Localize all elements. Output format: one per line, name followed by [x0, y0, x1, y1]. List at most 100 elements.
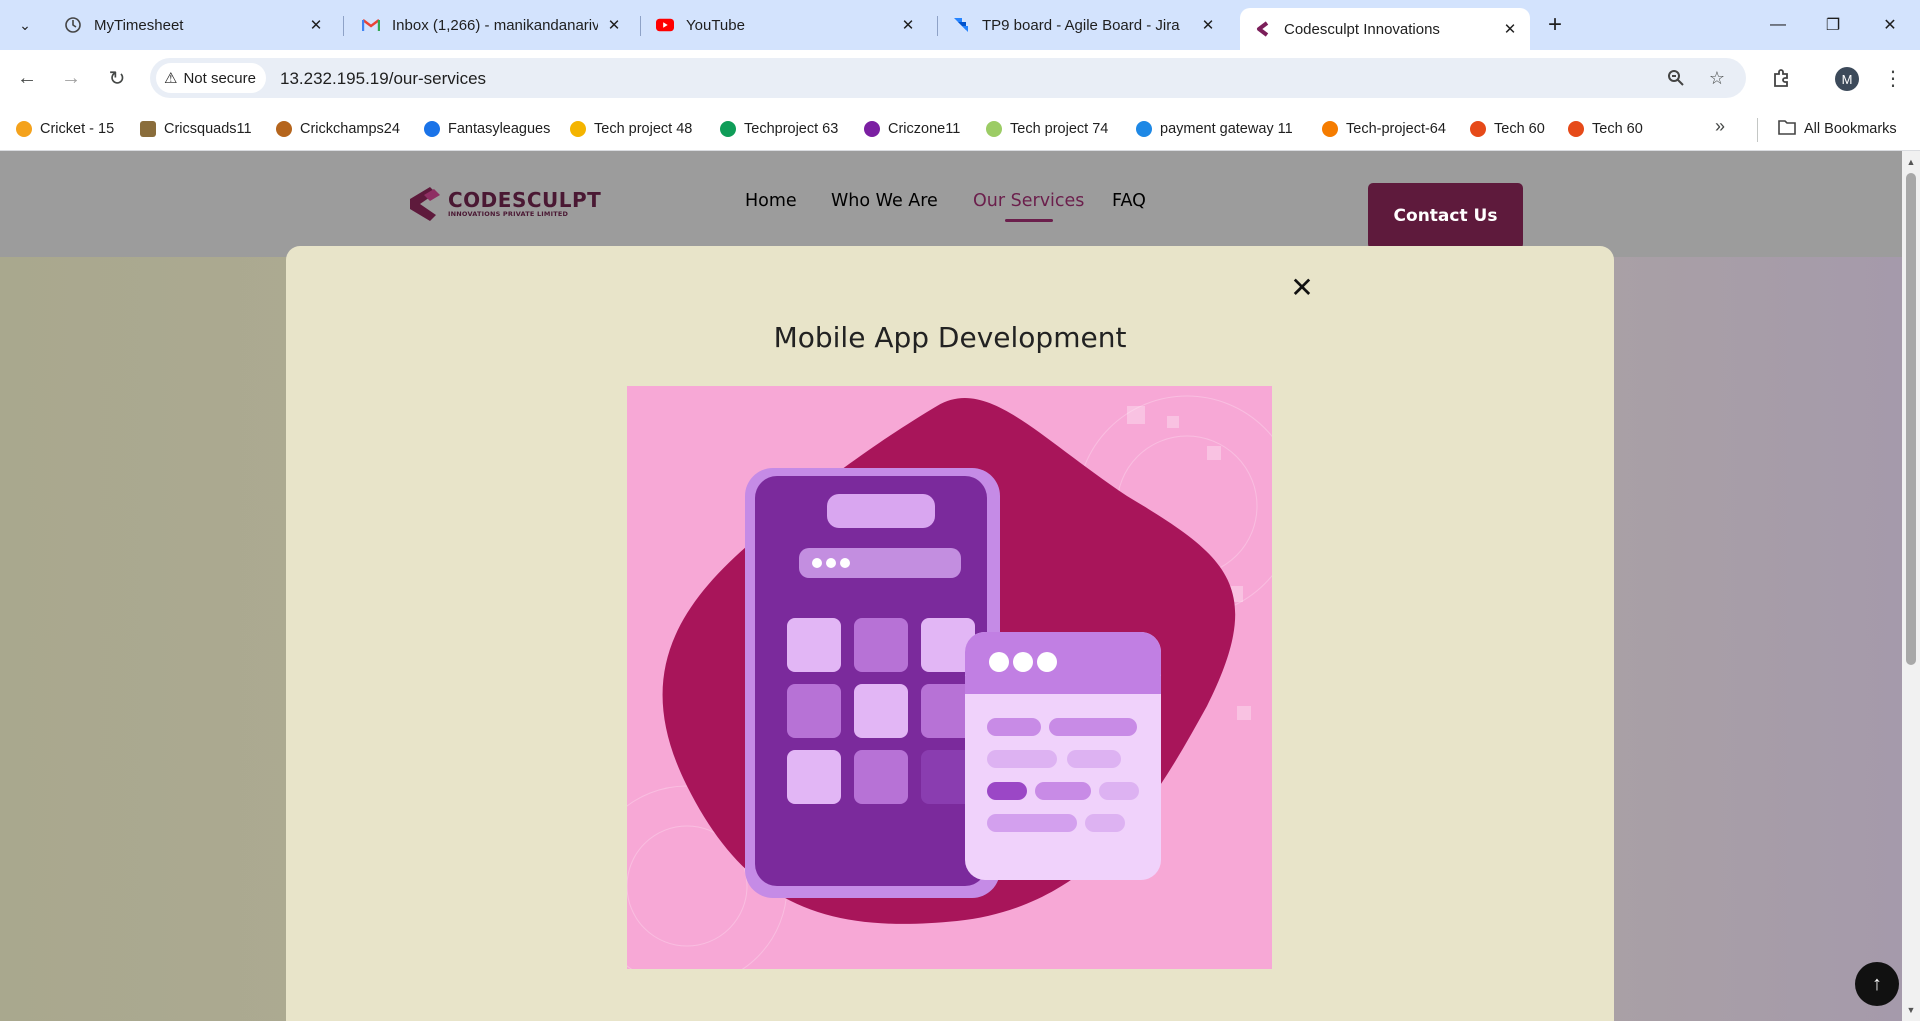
- bookmarks-overflow-icon[interactable]: »: [1715, 116, 1725, 137]
- scroll-down-icon[interactable]: ▼: [1906, 1005, 1916, 1015]
- bookmark-item[interactable]: Techproject 63: [720, 116, 838, 142]
- profile-avatar[interactable]: M: [1835, 67, 1859, 91]
- tab-close-icon[interactable]: ✕: [1500, 19, 1520, 39]
- tab-title: YouTube: [686, 16, 745, 34]
- modal-title: Mobile App Development: [773, 321, 1127, 354]
- bookmark-item[interactable]: Tech project 74: [986, 116, 1108, 142]
- minimize-icon[interactable]: —: [1758, 10, 1798, 40]
- bookmark-item[interactable]: Tech 60: [1568, 116, 1643, 142]
- tab-title: Inbox (1,266) - manikandanarivalagan@gma…: [392, 16, 598, 34]
- arrow-up-icon[interactable]: ↑: [1855, 962, 1899, 1006]
- tab-codesculpt[interactable]: Codesculpt Innovations ✕: [1240, 8, 1530, 50]
- bookmark-favicon-icon: [140, 121, 156, 137]
- nav-our-services[interactable]: Our Services: [973, 191, 1084, 211]
- jira-icon: [952, 16, 970, 34]
- bookmark-label: Tech 60: [1494, 121, 1545, 137]
- scroll-up-icon[interactable]: ▲: [1906, 157, 1916, 167]
- gmail-icon: [362, 16, 380, 34]
- youtube-icon: [656, 16, 674, 34]
- bookmark-item[interactable]: Cricket - 15: [16, 116, 114, 142]
- address-bar[interactable]: ⚠ Not secure 13.232.195.19/our-services …: [150, 58, 1746, 98]
- tab-close-icon[interactable]: ✕: [306, 15, 326, 35]
- contact-us-button[interactable]: Contact Us: [1368, 183, 1523, 249]
- bookmark-label: Techproject 63: [744, 121, 839, 137]
- bookmark-favicon-icon: [16, 121, 32, 137]
- bookmark-label: Fantasyleagues: [448, 121, 551, 137]
- bookmark-favicon-icon: [1470, 121, 1486, 137]
- bookmark-favicon-icon: [986, 121, 1002, 137]
- bookmark-label: Crickchamps24: [300, 121, 400, 137]
- bookmark-star-icon[interactable]: ☆: [1705, 66, 1729, 90]
- bookmark-item[interactable]: Cricsquads11: [140, 116, 252, 142]
- codesculpt-icon: [1254, 20, 1272, 38]
- new-tab-icon[interactable]: +: [1542, 11, 1568, 38]
- bookmark-favicon-icon: [720, 121, 736, 137]
- tab-close-icon[interactable]: ✕: [1198, 15, 1218, 35]
- tab-title: Codesculpt Innovations: [1284, 20, 1440, 38]
- url-text[interactable]: 13.232.195.19/our-services: [280, 69, 486, 89]
- scrollbar-thumb[interactable]: [1906, 173, 1916, 665]
- bookmark-label: payment gateway 11: [1160, 121, 1293, 137]
- timesheet-icon: [64, 16, 82, 34]
- tab-youtube[interactable]: YouTube ✕: [642, 8, 928, 42]
- page-scrollbar[interactable]: ▲ ▼: [1902, 151, 1920, 1021]
- bookmark-item[interactable]: Tech 60: [1470, 116, 1545, 142]
- close-window-icon[interactable]: ✕: [1870, 10, 1910, 40]
- tab-mytimesheet[interactable]: MyTimesheet ✕: [50, 8, 336, 42]
- bookmark-item[interactable]: Crickchamps24: [276, 116, 400, 142]
- restore-icon[interactable]: ❐: [1813, 10, 1853, 40]
- mobile-app-illustration-svg: [627, 395, 1272, 969]
- tab-close-icon[interactable]: ✕: [898, 15, 918, 35]
- site-header: CODESCULPT INNOVATIONS PRIVATE LIMITED H…: [0, 151, 1902, 257]
- nav-faq[interactable]: FAQ: [1112, 191, 1146, 211]
- bookmark-label: Tech 60: [1592, 121, 1643, 137]
- bookmark-favicon-icon: [424, 121, 440, 137]
- tab-title: MyTimesheet: [94, 16, 184, 34]
- reload-icon[interactable]: ↻: [102, 63, 132, 93]
- bookmark-item[interactable]: Tech-project-64: [1322, 116, 1446, 142]
- all-bookmarks-label: All Bookmarks: [1804, 121, 1897, 137]
- bookmark-label: Tech project 74: [1010, 121, 1109, 137]
- bookmarks-bar: Cricket - 15 Cricsquads11 Crickchamps24 …: [0, 107, 1920, 151]
- tab-gmail[interactable]: Inbox (1,266) - manikandanarivalagan@gma…: [348, 8, 634, 42]
- security-label: Not secure: [183, 69, 256, 87]
- bookmark-favicon-icon: [1322, 121, 1338, 137]
- menu-kebab-icon[interactable]: ⋮: [1878, 63, 1908, 93]
- zoom-icon[interactable]: [1664, 66, 1688, 90]
- extensions-icon[interactable]: [1766, 63, 1796, 93]
- bookmark-label: Tech-project-64: [1346, 121, 1446, 137]
- bookmark-item[interactable]: payment gateway 11: [1136, 116, 1293, 142]
- forward-arrow-icon[interactable]: →: [56, 63, 86, 93]
- nav-who-we-are[interactable]: Who We Are: [831, 191, 938, 211]
- tab-strip: ⌄ MyTimesheet ✕ Inbox (1,266) - manikand…: [0, 0, 1920, 50]
- tab-separator: [640, 16, 641, 36]
- bookmark-item[interactable]: Criczone11: [864, 116, 960, 142]
- tab-title: TP9 board - Agile Board - Jira: [982, 16, 1180, 34]
- bookmark-favicon-icon: [570, 121, 586, 137]
- tab-close-icon[interactable]: ✕: [604, 15, 624, 35]
- all-bookmarks[interactable]: All Bookmarks: [1778, 116, 1897, 142]
- bookmark-label: Cricsquads11: [164, 121, 252, 137]
- mobile-app-illustration: [627, 386, 1272, 969]
- browser-toolbar: ← → ↻ ⚠ Not secure 13.232.195.19/our-ser…: [0, 50, 1920, 107]
- warning-icon: ⚠: [164, 70, 178, 87]
- codesculpt-logo-icon: [410, 187, 440, 221]
- tab-jira[interactable]: TP9 board - Agile Board - Jira ✕: [938, 8, 1228, 42]
- back-arrow-icon[interactable]: ←: [12, 63, 42, 93]
- bookmark-favicon-icon: [276, 121, 292, 137]
- bookmark-item[interactable]: Tech project 48: [570, 116, 692, 142]
- tab-separator: [343, 16, 344, 36]
- tab-search-chevron-icon[interactable]: ⌄: [12, 12, 38, 38]
- nav-home[interactable]: Home: [745, 191, 797, 211]
- close-icon[interactable]: ✕: [1288, 272, 1316, 303]
- bookmarks-divider: [1757, 118, 1758, 142]
- logo-name: CODESCULPT: [448, 188, 602, 212]
- bookmark-favicon-icon: [1136, 121, 1152, 137]
- bookmark-label: Cricket - 15: [40, 121, 115, 137]
- nav-active-indicator: [1005, 219, 1053, 222]
- bookmark-item[interactable]: Fantasyleagues: [424, 116, 550, 142]
- bookmark-favicon-icon: [864, 121, 880, 137]
- bookmark-favicon-icon: [1568, 121, 1584, 137]
- security-chip[interactable]: ⚠ Not secure: [156, 63, 266, 93]
- codesculpt-logo[interactable]: CODESCULPT INNOVATIONS PRIVATE LIMITED: [400, 181, 601, 227]
